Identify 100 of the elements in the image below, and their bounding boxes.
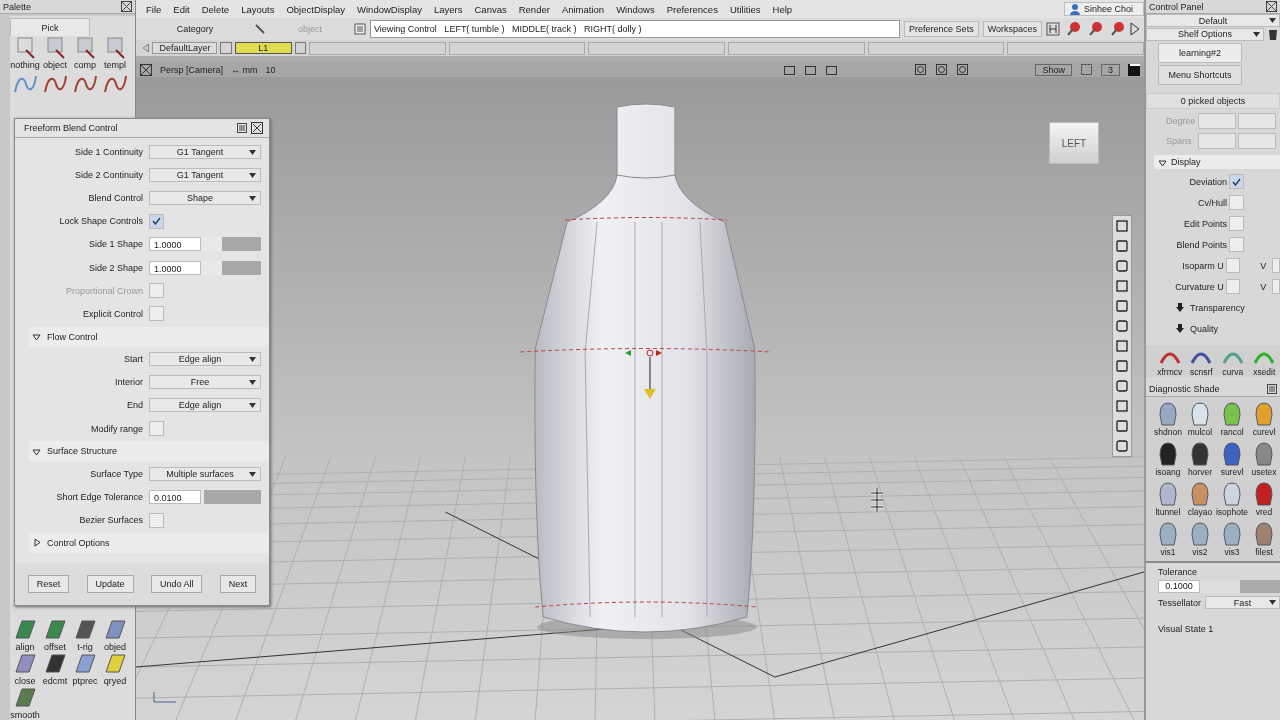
view-tool-icon[interactable] [1115, 419, 1129, 433]
view-tool-icon[interactable] [1115, 379, 1129, 393]
option-dropdown[interactable]: G1 Tangent [149, 167, 261, 182]
checkbox[interactable] [1272, 279, 1280, 294]
menu-item[interactable]: Help [766, 3, 799, 15]
tessellator-dropdown[interactable]: Fast [1205, 596, 1280, 609]
menu-item[interactable]: Animation [555, 3, 611, 15]
layer-button[interactable]: L1 [234, 42, 292, 54]
view-tool-icon[interactable] [1115, 279, 1129, 293]
close-icon[interactable] [1266, 1, 1277, 12]
shade-tool[interactable]: vis2 [1183, 521, 1216, 557]
view-tool-icon[interactable] [1115, 259, 1129, 273]
menu-icon[interactable] [237, 123, 247, 133]
user-menu[interactable]: Sinhee Choi [1063, 2, 1144, 16]
subsection-header[interactable]: Quality [1146, 318, 1280, 339]
number-field[interactable]: 0.0100 [149, 490, 201, 505]
menu-item[interactable]: Canvas [468, 3, 513, 15]
checkbox[interactable] [149, 512, 164, 528]
option-dropdown[interactable]: Edge align [149, 398, 261, 413]
palette-tool[interactable]: t-rig [72, 618, 98, 652]
menu-item[interactable]: Layouts [235, 3, 281, 15]
shade-tool[interactable]: isophote [1215, 481, 1249, 517]
checkbox[interactable] [149, 306, 164, 322]
view-cube[interactable]: LEFT [1049, 122, 1099, 164]
shade-tool[interactable]: curevl [1248, 401, 1280, 437]
maximize-icon[interactable] [1128, 63, 1140, 76]
option-dropdown[interactable]: G1 Tangent [149, 144, 261, 159]
checkbox[interactable] [1229, 195, 1244, 210]
palette-tool[interactable]: templ [102, 36, 128, 70]
number-field[interactable]: 1.0000 [149, 237, 201, 252]
input-field[interactable] [1198, 133, 1236, 149]
section-header[interactable]: Display [1154, 155, 1280, 169]
checkbox[interactable] [1272, 258, 1280, 273]
shade-tool[interactable]: shdnon [1152, 401, 1184, 437]
close-icon[interactable] [140, 63, 152, 76]
checkbox[interactable] [1225, 258, 1241, 273]
palette-tool[interactable]: offset [42, 618, 68, 652]
view-tool-icon[interactable] [1115, 239, 1129, 253]
palette-tool[interactable]: close [12, 652, 38, 686]
layer-swatch[interactable] [220, 42, 232, 54]
option-dropdown[interactable]: Shape [149, 190, 261, 205]
palette-tool[interactable]: object [42, 36, 68, 70]
palette-tool[interactable]: nothing [10, 36, 40, 70]
value-slider[interactable] [201, 490, 261, 505]
subsection-header[interactable]: Transparency [1146, 297, 1280, 318]
view-tool-icon[interactable] [1115, 359, 1129, 373]
input-field[interactable] [1238, 133, 1276, 149]
scroll-left-icon[interactable] [142, 43, 150, 53]
layer-button[interactable]: DefaultLayer [152, 42, 218, 54]
palette-tool[interactable]: comp [72, 36, 98, 70]
option-dropdown[interactable]: Multiple surfaces [149, 466, 261, 481]
camera-icon[interactable] [804, 63, 818, 76]
option-dropdown[interactable]: Free [149, 375, 261, 390]
menu-item[interactable]: Preferences [660, 3, 724, 15]
view-tool-icon[interactable] [1115, 399, 1129, 413]
input-field[interactable] [1238, 113, 1276, 129]
menu-item[interactable]: Layers [428, 3, 469, 15]
shelf-options-dropdown[interactable]: Shelf Options [1146, 27, 1264, 41]
option-dropdown[interactable]: Edge align [149, 352, 261, 367]
section-header[interactable]: Flow Control [29, 326, 269, 347]
shade-tool[interactable]: rancol [1215, 401, 1249, 437]
toolbar-button[interactable]: Preference Sets [904, 21, 979, 37]
view-tool-icon[interactable] [1115, 219, 1129, 233]
shade-tool[interactable]: usetex [1248, 441, 1280, 477]
shade-tool[interactable]: surevl [1215, 441, 1249, 477]
checkbox[interactable] [1229, 237, 1244, 252]
shelf-tool[interactable]: curva [1217, 345, 1249, 377]
camera-icon[interactable] [825, 63, 839, 76]
checkbox[interactable] [149, 421, 164, 437]
menu-item[interactable]: ObjectDisplay [280, 3, 352, 15]
shelf-tool[interactable]: scnsrf [1185, 345, 1217, 377]
menu-item[interactable]: Delete [195, 3, 236, 15]
expand-icon[interactable] [1130, 22, 1140, 36]
menu-item[interactable]: WindowDisplay [351, 3, 428, 15]
shelf-tab[interactable]: Menu Shortcuts [1158, 65, 1242, 85]
frame-icon[interactable] [956, 63, 970, 76]
palette-tool[interactable]: edcmt [42, 652, 68, 686]
shade-tool[interactable]: vis3 [1215, 521, 1249, 557]
menu-item[interactable]: Utilities [723, 3, 767, 15]
shelf-tool[interactable]: xfrmcv [1154, 345, 1186, 377]
show-button[interactable]: Show [1035, 63, 1072, 76]
menu-icon[interactable] [1267, 383, 1277, 394]
view-tool-icon[interactable] [1115, 299, 1129, 313]
value-slider[interactable] [201, 260, 261, 275]
dialog-button[interactable]: Reset [27, 575, 70, 593]
shade-tool[interactable]: clayao [1183, 481, 1216, 517]
checkbox[interactable] [1229, 216, 1244, 231]
value-slider[interactable] [201, 237, 261, 252]
dialog-button[interactable]: Update [86, 575, 134, 593]
shade-tool[interactable]: horver [1183, 441, 1216, 477]
frame-icon[interactable] [935, 63, 949, 76]
close-icon[interactable] [121, 1, 132, 12]
shade-tool[interactable]: mulcol [1183, 401, 1216, 437]
dialog-button[interactable]: Next [219, 575, 257, 593]
palette-tool[interactable]: objed [102, 618, 128, 652]
shade-tool[interactable]: isoang [1152, 441, 1184, 477]
view-tool-icon[interactable] [1115, 439, 1129, 453]
number-field[interactable]: 1.0000 [149, 260, 201, 275]
close-icon[interactable] [251, 122, 263, 134]
palette-tool[interactable]: ptprec [72, 652, 98, 686]
